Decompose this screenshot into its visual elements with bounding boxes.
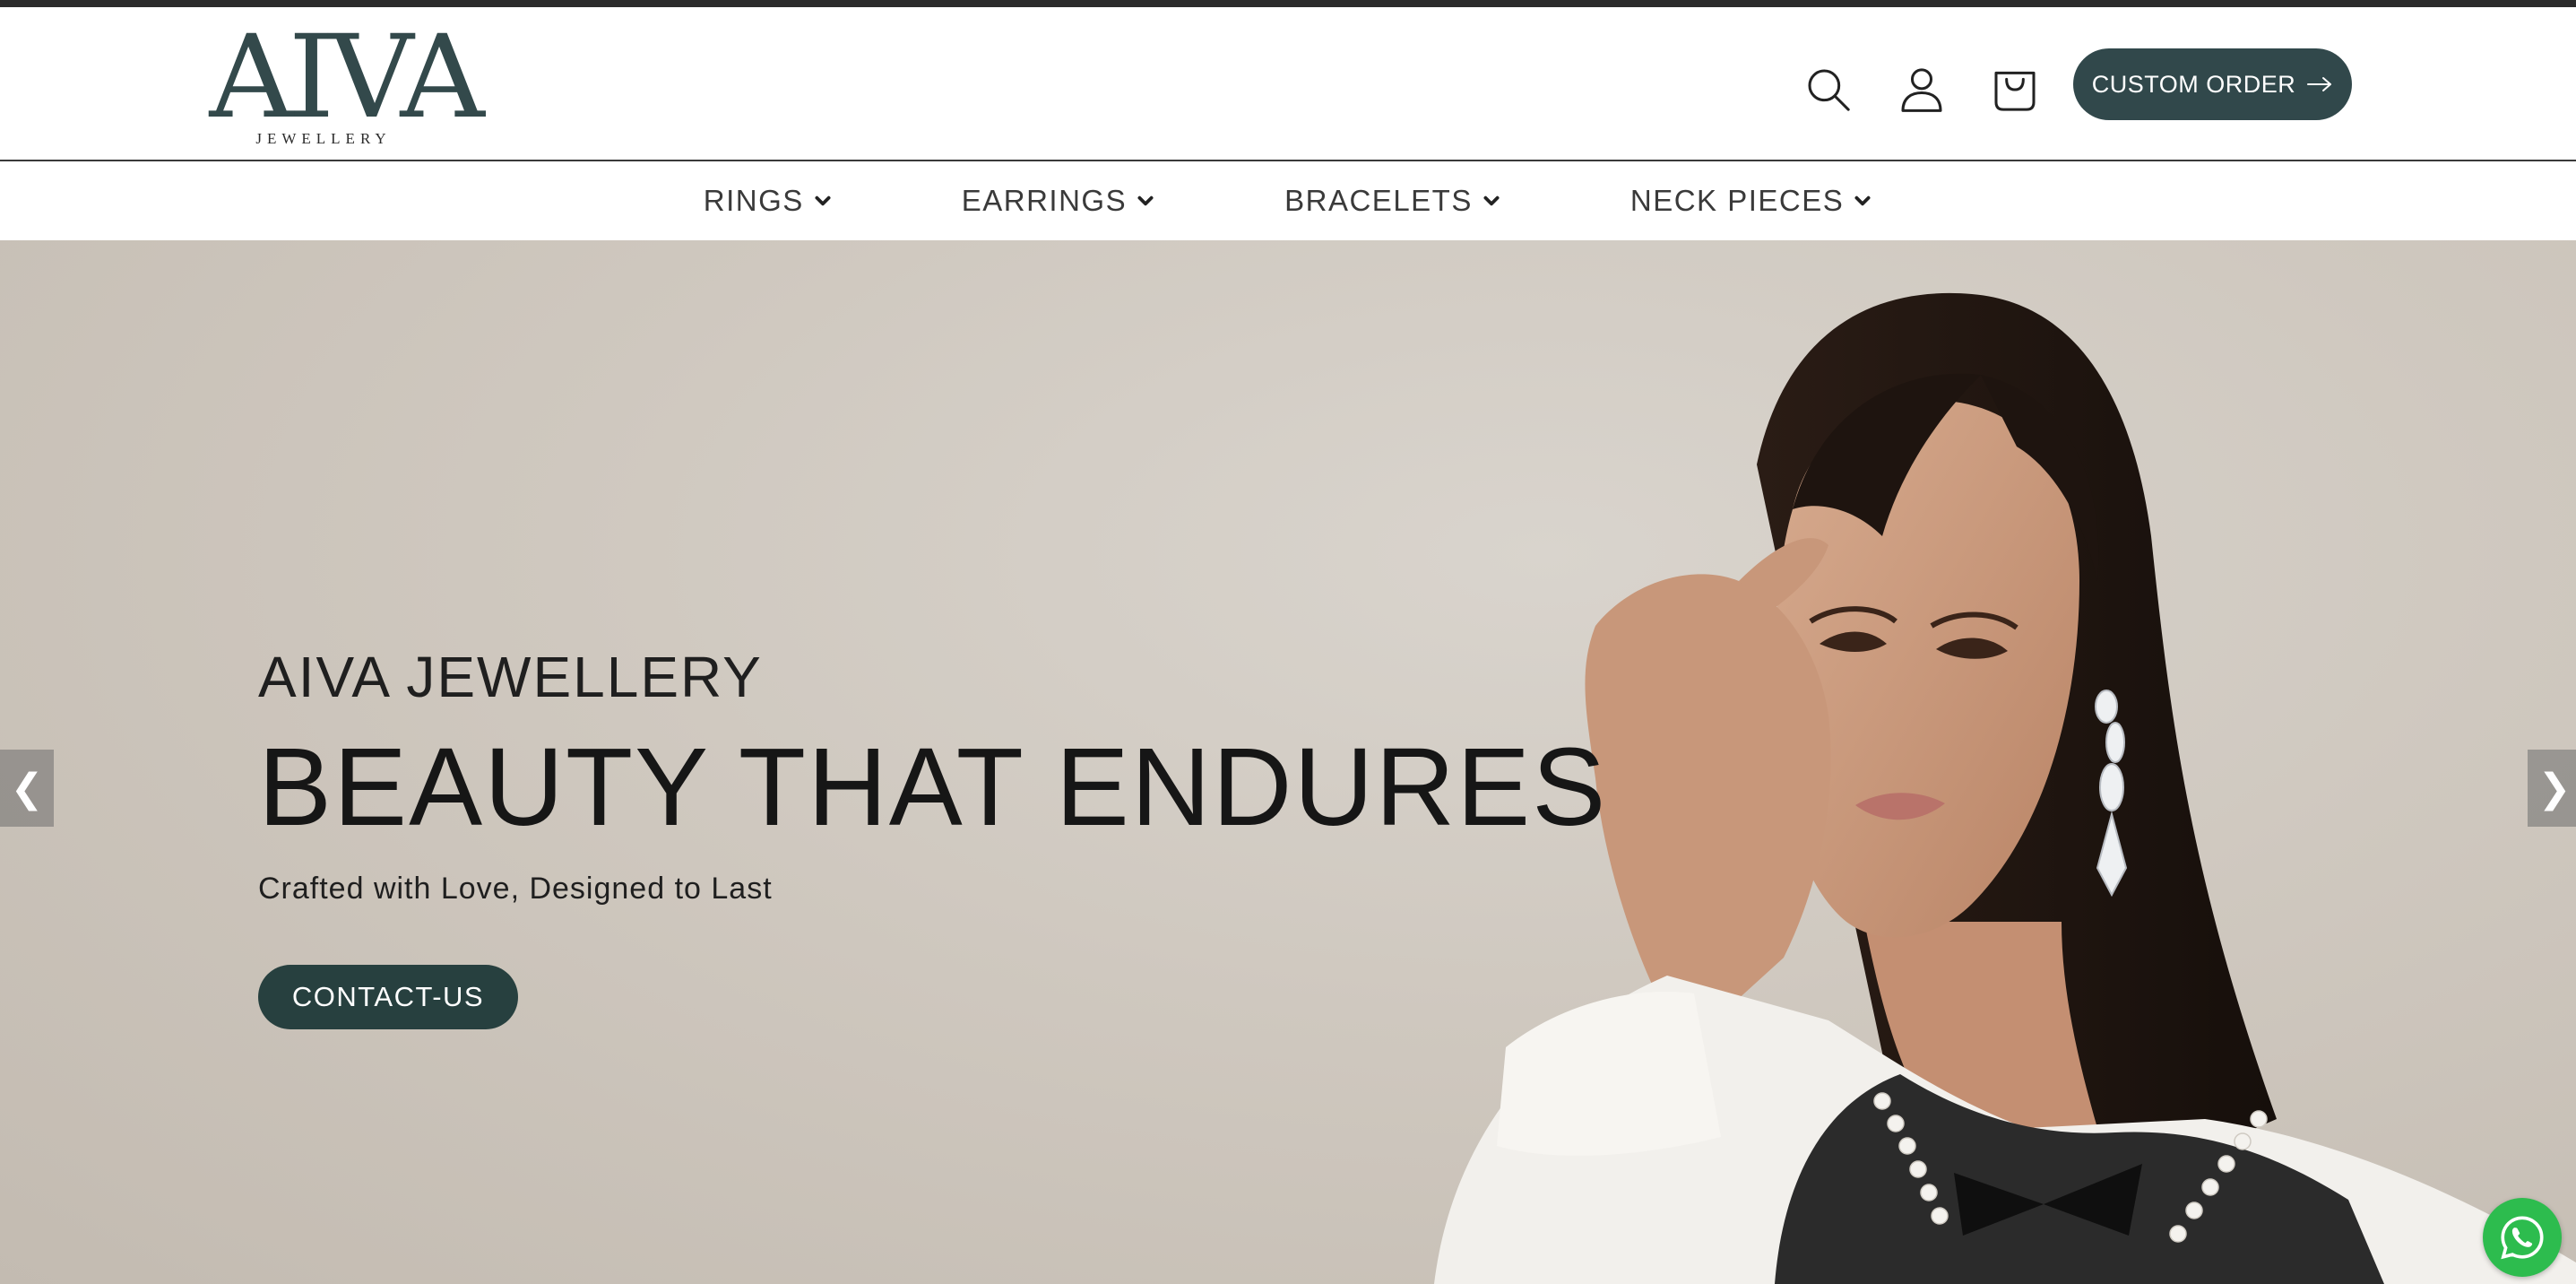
nav-item-label: EARRINGS <box>961 184 1128 217</box>
logo-mark: AIVA <box>209 11 485 144</box>
brand-logo[interactable]: AIVA JEWELLERY <box>209 11 485 151</box>
nav-item-earrings[interactable]: EARRINGS <box>962 184 1155 218</box>
arrow-right-icon <box>2306 75 2333 93</box>
carousel-next-button[interactable]: ❯ <box>2528 750 2576 827</box>
hero-banner: AIVA JEWELLERY BEAUTY THAT ENDURES Craft… <box>0 240 2576 1284</box>
site-header: AIVA JEWELLERY CUSTOM ORDER <box>0 7 2576 161</box>
hero-headline: BEAUTY THAT ENDURES <box>258 726 1608 849</box>
chevron-down-icon <box>1137 195 1154 206</box>
nav-item-label: NECK PIECES <box>1629 184 1845 217</box>
chevron-down-icon <box>815 195 831 206</box>
bag-icon[interactable] <box>1986 61 2044 118</box>
contact-us-button[interactable]: CONTACT-US <box>258 965 518 1029</box>
whatsapp-chat-button[interactable] <box>2483 1198 2562 1277</box>
main-nav: RINGS EARRINGS BRACELETS NECK PIECES <box>0 161 2576 240</box>
nav-item-bracelets[interactable]: BRACELETS <box>1284 184 1501 218</box>
hero-eyebrow: AIVA JEWELLERY <box>258 645 763 709</box>
nav-item-label: RINGS <box>703 184 804 217</box>
logo-subtitle: JEWELLERY <box>255 130 392 147</box>
user-icon[interactable] <box>1893 61 1950 118</box>
nav-item-label: BRACELETS <box>1284 184 1473 217</box>
top-accent-bar <box>0 0 2576 7</box>
chevron-down-icon <box>1483 195 1500 206</box>
whatsapp-icon <box>2501 1216 2544 1260</box>
nav-item-rings[interactable]: RINGS <box>704 184 833 218</box>
nav-item-neck-pieces[interactable]: NECK PIECES <box>1630 184 1872 218</box>
chevron-down-icon <box>1854 195 1871 206</box>
carousel-prev-button[interactable]: ❮ <box>0 750 54 827</box>
search-icon[interactable] <box>1800 61 1857 118</box>
custom-order-label: CUSTOM ORDER <box>2091 70 2296 98</box>
custom-order-button[interactable]: CUSTOM ORDER <box>2073 48 2352 120</box>
hero-tagline: Crafted with Love, Designed to Last <box>258 872 773 906</box>
